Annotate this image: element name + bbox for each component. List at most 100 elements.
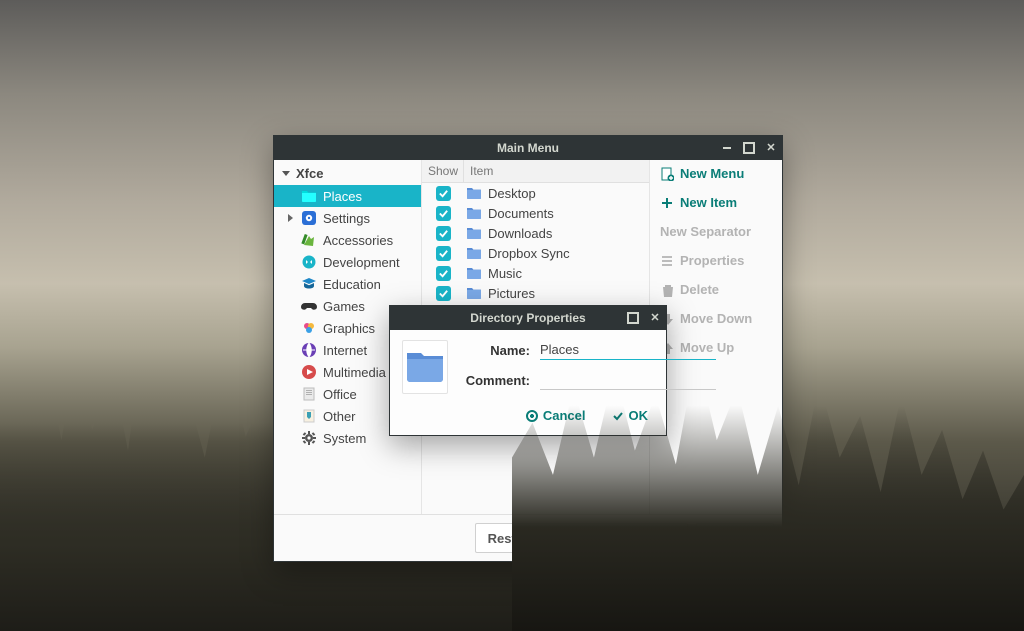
settings-icon <box>301 210 317 226</box>
check-icon <box>438 188 449 199</box>
item-label: Pictures <box>488 286 535 301</box>
item-row[interactable]: Music <box>422 263 649 283</box>
show-checkbox[interactable] <box>436 246 451 261</box>
folder-icon <box>403 345 447 389</box>
minimize-icon[interactable] <box>720 141 734 155</box>
comment-label: Comment: <box>458 373 530 388</box>
item-label: Music <box>488 266 522 281</box>
games-icon <box>301 298 317 314</box>
check-icon <box>438 268 449 279</box>
folder-icon <box>466 265 482 281</box>
folder-icon <box>466 205 482 221</box>
category-accessories[interactable]: Accessories <box>274 229 421 251</box>
main-menu-title: Main Menu <box>497 141 559 155</box>
category-label: Education <box>323 277 381 292</box>
close-icon[interactable] <box>648 311 662 325</box>
actions-panel: New Menu New Item New Separator Properti… <box>650 160 782 514</box>
show-checkbox[interactable] <box>436 286 451 301</box>
dialog-titlebar[interactable]: Directory Properties <box>390 306 666 330</box>
graphics-icon <box>301 320 317 336</box>
maximize-icon[interactable] <box>626 311 640 325</box>
system-icon <box>301 430 317 446</box>
accessories-icon <box>301 232 317 248</box>
show-checkbox[interactable] <box>436 206 451 221</box>
new-item-button[interactable]: New Item <box>660 195 737 210</box>
name-label: Name: <box>458 343 530 358</box>
check-icon <box>438 208 449 219</box>
folder-icon <box>301 188 317 204</box>
category-settings[interactable]: Settings <box>274 207 421 229</box>
item-label: Documents <box>488 206 554 221</box>
item-label: Desktop <box>488 186 536 201</box>
item-row[interactable]: Downloads <box>422 223 649 243</box>
category-root-label: Xfce <box>296 166 323 181</box>
comment-input[interactable] <box>540 370 716 390</box>
caret-down-icon <box>282 171 290 176</box>
plus-icon <box>660 196 674 210</box>
ok-button[interactable]: OK <box>612 408 649 423</box>
item-row[interactable]: Documents <box>422 203 649 223</box>
folder-icon <box>466 185 482 201</box>
directory-icon-button[interactable] <box>402 340 448 394</box>
category-label: Places <box>323 189 362 204</box>
education-icon <box>301 276 317 292</box>
office-icon <box>301 386 317 402</box>
item-row[interactable]: Desktop <box>422 183 649 203</box>
folder-icon <box>466 285 482 301</box>
close-icon[interactable] <box>764 141 778 155</box>
main-menu-titlebar[interactable]: Main Menu <box>274 136 782 160</box>
item-row[interactable]: Dropbox Sync <box>422 243 649 263</box>
development-icon <box>301 254 317 270</box>
move-down-button[interactable]: Move Down <box>660 311 752 326</box>
category-label: Settings <box>323 211 370 226</box>
new-separator-button[interactable]: New Separator <box>660 224 751 239</box>
category-education[interactable]: Education <box>274 273 421 295</box>
name-input[interactable] <box>540 340 716 360</box>
new-menu-button[interactable]: New Menu <box>660 166 744 181</box>
show-checkbox[interactable] <box>436 186 451 201</box>
check-icon <box>438 248 449 259</box>
category-places[interactable]: Places <box>274 185 421 207</box>
dialog-title: Directory Properties <box>470 311 585 325</box>
folder-icon <box>466 245 482 261</box>
caret-right-icon <box>288 214 293 222</box>
check-icon <box>438 288 449 299</box>
properties-button[interactable]: Properties <box>660 253 744 268</box>
category-label: Internet <box>323 343 367 358</box>
cancel-button[interactable]: Cancel <box>526 408 586 423</box>
check-icon <box>438 228 449 239</box>
item-row[interactable]: Pictures <box>422 283 649 303</box>
properties-icon <box>660 254 674 268</box>
category-label: Accessories <box>323 233 393 248</box>
maximize-icon[interactable] <box>742 141 756 155</box>
folder-icon <box>466 225 482 241</box>
desktop-wallpaper: Main Menu Xfce Places Settings Accessories… <box>0 0 1024 631</box>
cancel-icon <box>526 410 538 422</box>
directory-properties-dialog: Directory Properties Name: Comment: <box>389 305 667 436</box>
item-label: Downloads <box>488 226 552 241</box>
column-show[interactable]: Show <box>422 160 464 182</box>
trash-icon <box>660 283 674 297</box>
check-icon <box>612 410 624 422</box>
show-checkbox[interactable] <box>436 266 451 281</box>
category-label: Other <box>323 409 356 424</box>
main-menu-footer: Restore System Configuration ✕ Close <box>274 514 782 561</box>
category-label: Games <box>323 299 365 314</box>
category-label: Office <box>323 387 357 402</box>
new-file-icon <box>660 167 674 181</box>
close-button[interactable]: ✕ Close <box>696 523 774 553</box>
delete-button[interactable]: Delete <box>660 282 719 297</box>
category-label: System <box>323 431 366 446</box>
multimedia-icon <box>301 364 317 380</box>
internet-icon <box>301 342 317 358</box>
show-checkbox[interactable] <box>436 226 451 241</box>
item-label: Dropbox Sync <box>488 246 570 261</box>
category-development[interactable]: Development <box>274 251 421 273</box>
restore-config-button[interactable]: Restore System Configuration <box>475 523 688 553</box>
items-header: Show Item <box>422 160 649 183</box>
column-item[interactable]: Item <box>464 160 649 182</box>
x-icon: ✕ <box>709 530 720 546</box>
category-label: Graphics <box>323 321 375 336</box>
other-icon <box>301 408 317 424</box>
category-root[interactable]: Xfce <box>274 162 421 185</box>
